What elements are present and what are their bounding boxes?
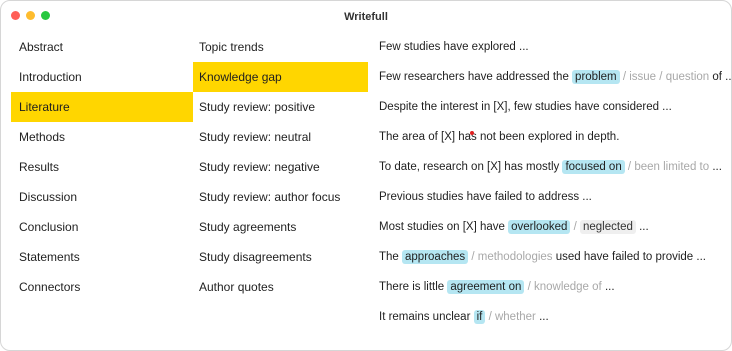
phrase-text: Most studies on [X] have: [379, 221, 509, 233]
section-item-introduction[interactable]: Introduction: [11, 62, 193, 92]
option-separator: /: [627, 161, 632, 173]
phrase-text: ...: [601, 281, 615, 293]
phrase-item[interactable]: Previous studies have failed to address …: [379, 182, 729, 212]
section-item-methods[interactable]: Methods: [11, 122, 193, 152]
section-item-abstract[interactable]: Abstract: [11, 32, 193, 62]
option-separator: /: [659, 71, 663, 83]
phrase-text: used have failed to provide ...: [552, 251, 706, 263]
option-separator: /: [471, 251, 475, 263]
phrase-text: Despite the interest in [X], few studies…: [379, 101, 672, 113]
phrase-text: ...: [709, 161, 722, 173]
phrase-option-selected[interactable]: focused on: [562, 160, 625, 174]
section-item-conclusion[interactable]: Conclusion: [11, 212, 193, 242]
phrase-item[interactable]: The area of [X] has not been explored in…: [379, 122, 729, 152]
category-item-review-negative[interactable]: Study review: negative: [193, 152, 368, 182]
section-item-results[interactable]: Results: [11, 152, 193, 182]
category-item-study-disagreements[interactable]: Study disagreements: [193, 242, 368, 272]
phrase-item[interactable]: There is little agreement on / knowledge…: [379, 272, 729, 302]
section-item-discussion[interactable]: Discussion: [11, 182, 193, 212]
phrase-item[interactable]: It remains unclear if / whether ...: [379, 302, 729, 332]
app-window: Writefull Abstract Introduction Literatu…: [0, 0, 732, 351]
phrase-item[interactable]: Few studies have explored ...: [379, 32, 729, 62]
phrase-text: of ...: [712, 71, 732, 83]
phrase-item[interactable]: Despite the interest in [X], few studies…: [379, 92, 729, 122]
category-item-knowledge-gap[interactable]: Knowledge gap: [193, 62, 368, 92]
category-item-review-neutral[interactable]: Study review: neutral: [193, 122, 368, 152]
phrase-option[interactable]: been limited to: [634, 161, 709, 173]
option-separator: /: [573, 221, 577, 233]
phrase-option[interactable]: question: [666, 71, 709, 83]
phrase-text: It remains unclear: [379, 311, 474, 323]
phrase-option-selected[interactable]: agreement on: [447, 280, 525, 294]
phrase-text: There is little: [379, 281, 448, 293]
phrase-option[interactable]: whether: [495, 311, 536, 323]
phrase-list: Few studies have explored ... Few resear…: [379, 32, 732, 332]
phrase-text: The area of [X] has not been explored in…: [379, 131, 620, 143]
category-list: Topic trends Knowledge gap Study review:…: [193, 32, 368, 302]
phrase-item[interactable]: The approaches / methodologies used have…: [379, 242, 729, 272]
category-item-topic-trends[interactable]: Topic trends: [193, 32, 368, 62]
option-separator: /: [488, 311, 492, 323]
window-title: Writefull: [344, 10, 388, 23]
phrase-text: ...: [535, 311, 549, 323]
section-item-statements[interactable]: Statements: [11, 242, 193, 272]
phrase-option-selected[interactable]: overlooked: [508, 220, 571, 234]
option-separator: /: [527, 281, 531, 293]
section-list: Abstract Introduction Literature Methods…: [11, 32, 193, 302]
phrase-text: To date, research on [X] has mostly: [379, 161, 563, 173]
phrase-text: Few studies have explored ...: [379, 41, 529, 53]
phrase-option[interactable]: knowledge of: [534, 281, 602, 293]
phrase-option[interactable]: neglected: [580, 220, 636, 234]
title-bar: Writefull: [1, 1, 731, 32]
close-window-button[interactable]: [11, 11, 20, 20]
pointer-dot-icon: [470, 131, 474, 135]
phrase-item[interactable]: To date, research on [X] has mostly focu…: [379, 152, 729, 182]
category-item-review-positive[interactable]: Study review: positive: [193, 92, 368, 122]
section-item-literature[interactable]: Literature: [11, 92, 193, 122]
phrase-option-selected[interactable]: approaches: [402, 250, 469, 264]
minimize-window-button[interactable]: [26, 11, 35, 20]
phrase-option-selected[interactable]: if: [473, 310, 486, 324]
phrase-text: Few researchers have addressed the: [379, 71, 573, 83]
section-item-connectors[interactable]: Connectors: [11, 272, 193, 302]
phrase-text: ...: [635, 221, 649, 233]
phrase-text: The: [379, 251, 403, 263]
phrase-item[interactable]: Few researchers have addressed the probl…: [379, 62, 732, 92]
category-item-study-agreements[interactable]: Study agreements: [193, 212, 368, 242]
option-separator: /: [622, 71, 627, 83]
phrase-item[interactable]: Most studies on [X] have overlooked / ne…: [379, 212, 729, 242]
phrase-option-selected[interactable]: problem: [572, 70, 620, 84]
phrase-option[interactable]: issue: [629, 71, 656, 83]
category-item-author-quotes[interactable]: Author quotes: [193, 272, 368, 302]
phrase-option[interactable]: methodologies: [478, 251, 553, 263]
zoom-window-button[interactable]: [41, 11, 50, 20]
category-item-review-author-focus[interactable]: Study review: author focus: [193, 182, 368, 212]
phrase-text: Previous studies have failed to address …: [379, 191, 592, 203]
window-controls: [11, 11, 50, 20]
